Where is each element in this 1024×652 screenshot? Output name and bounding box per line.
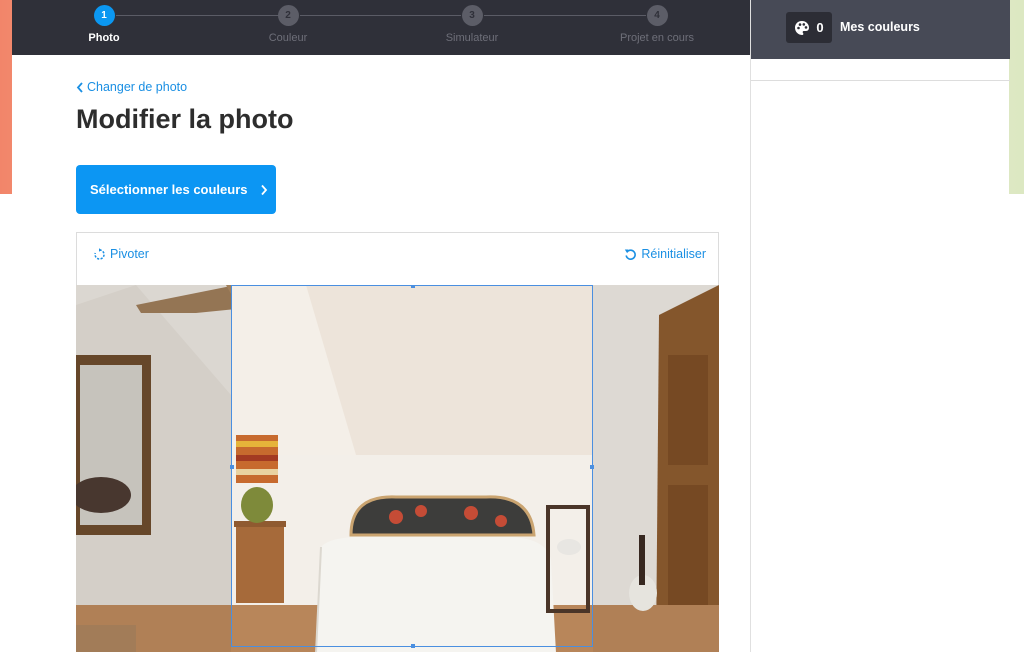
select-colors-button[interactable]: Sélectionner les couleurs <box>76 165 276 214</box>
progress-stepper: 1 Photo 2 Couleur 3 Simulateur 4 Projet … <box>12 0 750 55</box>
step-label: Simulateur <box>445 32 499 44</box>
step-label: Couleur <box>268 32 308 44</box>
crop-handle-top[interactable] <box>411 285 415 288</box>
step-projet-en-cours[interactable]: 4 Projet en cours <box>597 5 717 44</box>
step-simulateur[interactable]: 3 Simulateur <box>412 5 532 44</box>
step-label: Photo <box>88 32 120 44</box>
chevron-right-icon <box>260 184 268 196</box>
color-count-chip[interactable]: 0 <box>786 12 832 43</box>
divider <box>751 80 1010 81</box>
my-colors-header: 0 Mes couleurs <box>751 0 1010 59</box>
page-title: Modifier la photo <box>76 104 294 134</box>
palette-icon <box>795 20 810 35</box>
step-number: 3 <box>461 5 483 26</box>
editor-toolbar: Pivoter Réinitialiser <box>77 233 718 285</box>
change-photo-link[interactable]: Changer de photo <box>76 80 187 94</box>
my-colors-title: Mes couleurs <box>840 20 920 34</box>
photo-editor: Pivoter Réinitialiser <box>76 232 719 652</box>
reset-label: Réinitialiser <box>641 247 706 261</box>
change-photo-label: Changer de photo <box>87 80 188 94</box>
main-card: 1 Photo 2 Couleur 3 Simulateur 4 Projet … <box>12 0 750 652</box>
step-label: Projet en cours <box>620 32 694 44</box>
room-photo <box>76 285 719 652</box>
select-colors-label: Sélectionner les couleurs <box>90 182 248 197</box>
rotate-icon <box>94 247 105 260</box>
color-count: 0 <box>816 20 824 35</box>
crop-handle-right[interactable] <box>590 465 594 469</box>
step-couleur[interactable]: 2 Couleur <box>228 5 348 44</box>
step-photo[interactable]: 1 Photo <box>44 5 164 44</box>
crop-box[interactable] <box>230 285 594 648</box>
step-number: 4 <box>646 5 668 26</box>
crop-handle-left[interactable] <box>230 465 234 469</box>
reset-button[interactable]: Réinitialiser <box>624 247 706 261</box>
reset-icon <box>625 248 637 260</box>
step-number: 1 <box>93 5 115 26</box>
my-colors-panel: 0 Mes couleurs <box>750 0 1010 652</box>
step-number: 2 <box>277 5 299 26</box>
rotate-label: Pivoter <box>110 247 149 261</box>
chevron-left-icon <box>76 81 83 93</box>
rotate-button[interactable]: Pivoter <box>93 247 149 261</box>
crop-handle-bottom[interactable] <box>411 644 415 648</box>
